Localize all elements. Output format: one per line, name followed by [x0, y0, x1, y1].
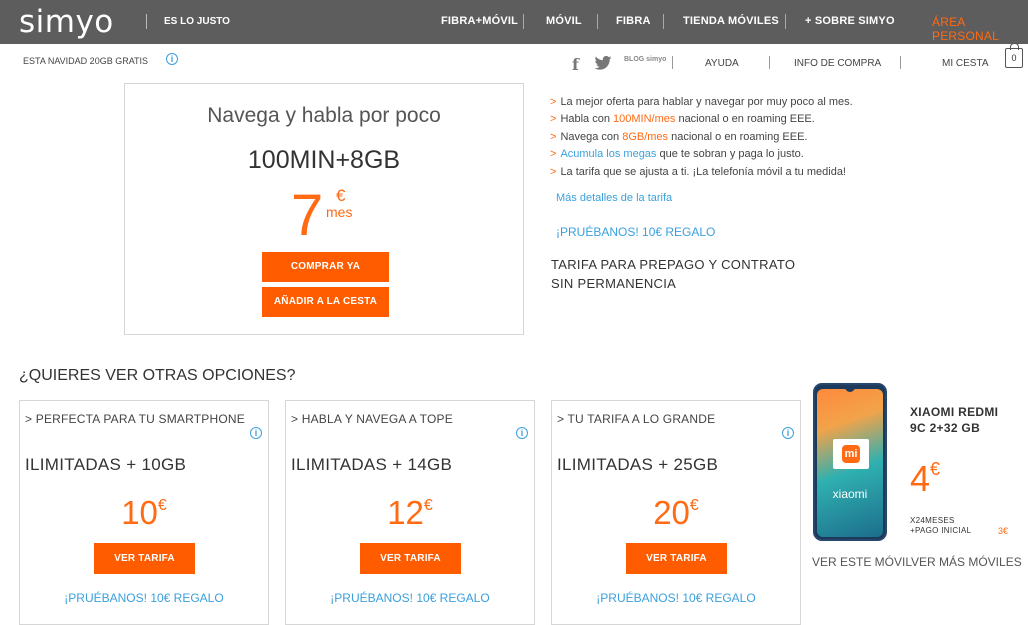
feature-item: > Habla con 100MIN/mes nacional o en roam… [550, 113, 815, 125]
divider [769, 56, 770, 69]
info-icon[interactable]: i [782, 427, 794, 439]
blog-link[interactable]: BLOG simyo [624, 56, 666, 64]
view-tariff-button[interactable]: VER TARIFA [360, 543, 461, 574]
feature-item: > Acumula los megas que te sobran y paga … [550, 148, 804, 160]
plan-price: 20€ [653, 494, 699, 531]
divider [523, 14, 524, 29]
xiaomi-logo: mi [833, 439, 869, 469]
tariff-details-link[interactable]: Más detalles de la tarifa [556, 192, 672, 204]
feature-item: > Navega con 8GB/mes nacional o en roamin… [550, 131, 808, 143]
try-us-link[interactable]: ¡PRUÉBANOS! 10€ REGALO [552, 591, 800, 605]
info-icon[interactable]: i [516, 427, 528, 439]
info-icon[interactable]: i [166, 53, 178, 65]
cart-link[interactable]: MI CESTA [942, 58, 988, 69]
plan-card: > HABLA Y NAVEGA A TOPE i ILIMITADAS + 1… [285, 400, 535, 625]
plan-heading: > HABLA Y NAVEGA A TOPE [291, 412, 453, 426]
tagline: ES LO JUSTO [164, 16, 230, 27]
divider [672, 56, 673, 69]
arrow-icon: > [550, 148, 557, 160]
other-options-title: ¿QUIERES VER OTRAS OPCIONES? [19, 367, 296, 384]
nav-tienda-moviles[interactable]: TIENDA MÓVILES [683, 15, 779, 27]
plan-name: ILIMITADAS + 25GB [557, 455, 719, 474]
main-offer-card: Navega y habla por poco 100MIN+8GB 7 € m… [124, 83, 524, 335]
divider [146, 14, 147, 29]
try-us-link[interactable]: ¡PRUÉBANOS! 10€ REGALO [20, 591, 268, 605]
device-terms: X24MESES +PAGO INICIAL [910, 516, 972, 535]
offer-period: mes [326, 204, 353, 220]
plan-heading: > PERFECTA PARA TU SMARTPHONE [25, 412, 245, 426]
twitter-icon[interactable] [594, 56, 612, 70]
offer-subtitle: Navega y habla por poco [207, 104, 441, 127]
phone-screen: mi xiaomi [817, 389, 883, 537]
plan-price: 10€ [121, 494, 167, 531]
plan-card: > PERFECTA PARA TU SMARTPHONE i ILIMITAD… [19, 400, 269, 625]
view-tariff-button[interactable]: VER TARIFA [94, 543, 195, 574]
nav-fibra-movil[interactable]: FIBRA+MÓVIL [441, 15, 518, 27]
buy-now-button[interactable]: COMPRAR YA [262, 252, 389, 282]
device-title: XIAOMI REDMI 9C 2+32 GB [910, 405, 999, 435]
feature-item: > La mejor oferta para hablar y navegar p… [550, 96, 853, 108]
plan-name: ILIMITADAS + 10GB [25, 455, 187, 474]
promo-text: ESTA NAVIDAD 20GB GRATIS [23, 56, 149, 66]
simyo-logo[interactable]: simyo [19, 4, 114, 40]
divider [785, 14, 786, 29]
plan-heading: > TU TARIFA A LO GRANDE [557, 412, 716, 426]
plan-price: 12€ [387, 494, 433, 531]
cart-icon[interactable]: 0 [1005, 43, 1023, 68]
nav-area-personal[interactable]: ÁREA PERSONAL [932, 15, 1028, 43]
offer-price: 7 [291, 183, 324, 248]
plan-card: > TU TARIFA A LO GRANDE i ILIMITADAS + 2… [551, 400, 801, 625]
divider [900, 56, 901, 69]
nav-sobre-simyo[interactable]: + SOBRE SIMYO [805, 15, 895, 27]
tariff-note: TARIFA PARA PREPAGO Y CONTRATO SIN PERMA… [551, 257, 796, 291]
arrow-icon: > [550, 96, 557, 108]
divider [597, 14, 598, 29]
offer-currency: € [336, 186, 346, 205]
arrow-icon: > [550, 166, 557, 178]
view-more-phones-link[interactable]: VER MÁS MÓVILES [911, 555, 1022, 569]
help-link[interactable]: AYUDA [705, 58, 739, 69]
add-to-cart-button[interactable]: AÑADIR A LA CESTA [262, 287, 389, 317]
view-tariff-button[interactable]: VER TARIFA [626, 543, 727, 574]
try-us-link[interactable]: ¡PRUÉBANOS! 10€ REGALO [556, 225, 715, 239]
offer-plan-name: 100MIN+8GB [247, 146, 401, 174]
info-icon[interactable]: i [250, 427, 262, 439]
feature-item: > La tarifa que se ajusta a ti. ¡La telef… [550, 166, 846, 178]
try-us-link[interactable]: ¡PRUÉBANOS! 10€ REGALO [286, 591, 534, 605]
nav-fibra[interactable]: FIBRA [616, 15, 651, 27]
facebook-icon[interactable]: f [572, 55, 579, 74]
top-navigation-bar: simyo ES LO JUSTO FIBRA+MÓVIL MÓVIL FIBR… [0, 0, 1028, 44]
phone-image[interactable]: mi xiaomi [813, 383, 887, 541]
device-price: 4€ [910, 458, 941, 499]
purchase-info-link[interactable]: INFO DE COMPRA [794, 58, 881, 69]
arrow-icon: > [550, 131, 557, 143]
divider [663, 14, 664, 29]
view-this-phone-link[interactable]: VER ESTE MÓVIL [812, 555, 912, 569]
phone-brand-text: xiaomi [832, 487, 868, 501]
device-initial-payment: 3€ [998, 526, 1009, 536]
plan-name: ILIMITADAS + 14GB [291, 455, 453, 474]
arrow-icon: > [550, 113, 557, 125]
nav-movil[interactable]: MÓVIL [546, 15, 582, 27]
